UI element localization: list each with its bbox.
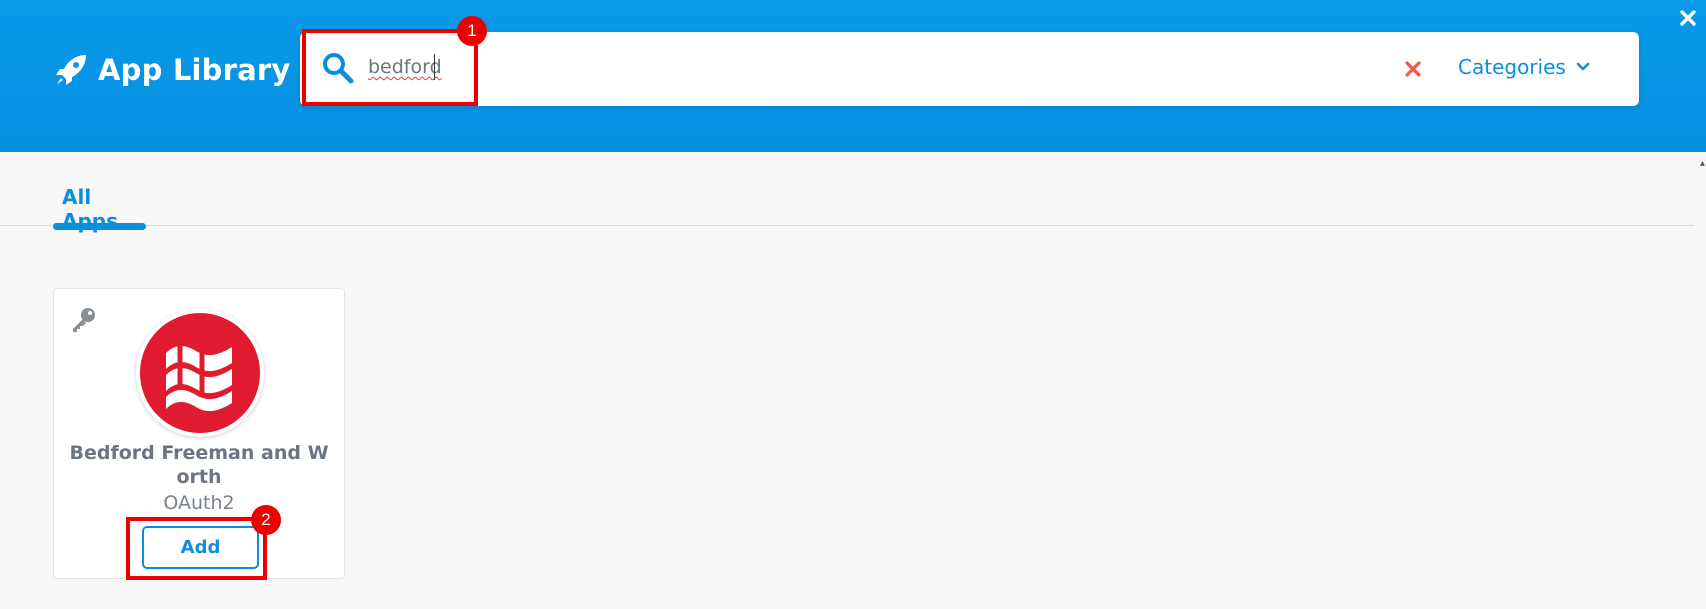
annotation-badge-2: 2: [251, 505, 281, 535]
chevron-down-icon: [1576, 62, 1590, 71]
app-logo: [136, 309, 264, 437]
flag-logo: [140, 313, 260, 433]
search-input[interactable]: [368, 50, 1268, 88]
annotation-box-1: [302, 29, 478, 106]
flag-logo-graphic: [166, 343, 232, 412]
app-library-brand: App Library: [52, 52, 291, 88]
app-auth-type: OAuth2: [163, 492, 235, 514]
clear-x-icon[interactable]: [1404, 60, 1422, 78]
rocket-icon: [56, 55, 86, 85]
page-title: App Library: [98, 53, 291, 87]
scrollbar-up-arrow[interactable]: ▴: [1700, 158, 1706, 170]
app-name: Bedford Freeman and Worth: [69, 442, 329, 488]
tab-bar: All Apps: [0, 152, 1694, 233]
annotation-badge-1: 1: [457, 16, 487, 46]
search-bar: bedford Categories: [300, 32, 1639, 106]
close-icon[interactable]: [1678, 8, 1698, 28]
tab-all-apps[interactable]: All Apps: [53, 152, 146, 233]
key-icon: [73, 308, 95, 332]
categories-dropdown[interactable]: Categories: [1458, 55, 1590, 79]
categories-label: Categories: [1458, 55, 1566, 79]
app-library-header: App Library bedford Categories: [0, 0, 1706, 152]
active-tab-indicator: [53, 223, 146, 230]
annotation-box-2: [126, 517, 267, 580]
